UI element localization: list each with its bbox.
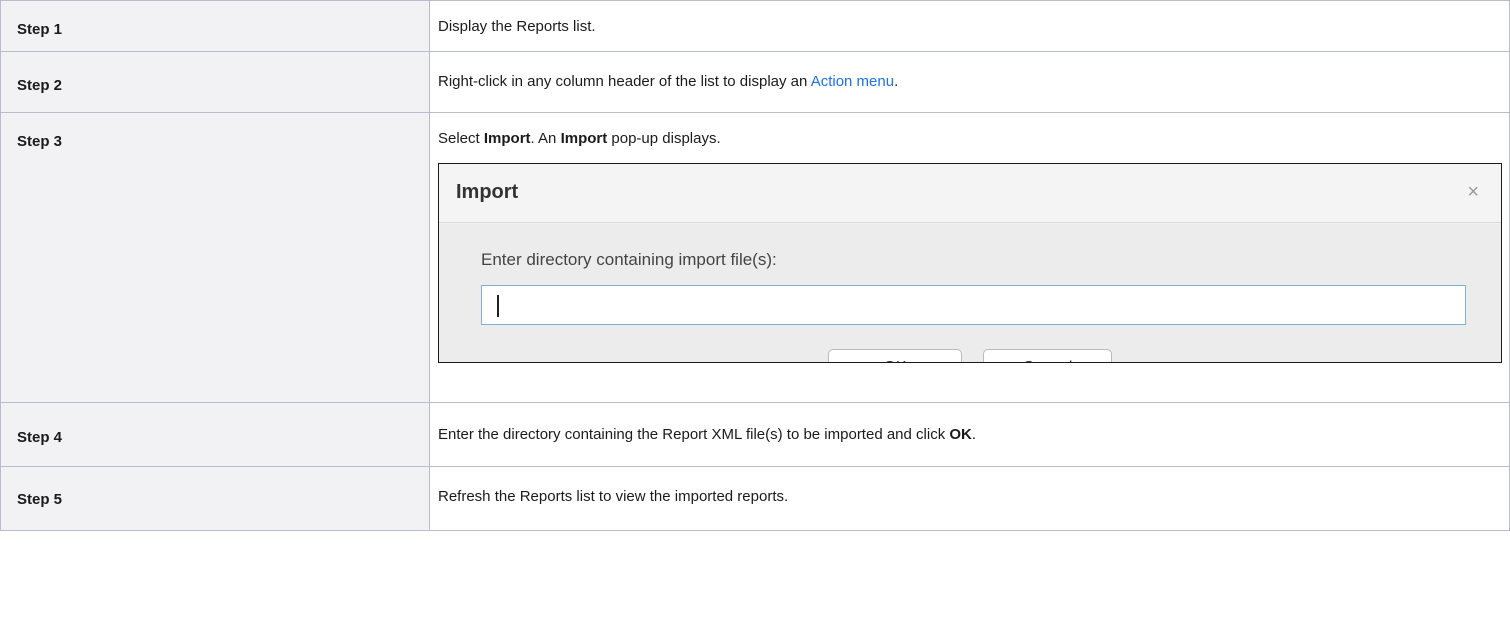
step-text: pop-up displays. (607, 130, 721, 147)
step-row-3: Step 3 Select Import. An Import pop-up d… (0, 112, 1510, 403)
step-description: Enter the directory containing the Repor… (438, 426, 1509, 443)
step-row-1: Step 1 Display the Reports list. (0, 0, 1510, 52)
step-description-cell: Select Import. An Import pop-up displays… (429, 112, 1510, 403)
step-text: . (894, 73, 899, 90)
dialog-header: Import × (439, 164, 1501, 223)
step-row-4: Step 4 Enter the directory containing th… (0, 402, 1510, 467)
step-label: Step 3 (17, 133, 63, 150)
step-text: Select (438, 130, 484, 147)
ok-button[interactable]: OK (828, 349, 962, 362)
import-dialog: Import × Enter directory containing impo… (438, 163, 1502, 363)
step-description-cell: Enter the directory containing the Repor… (429, 402, 1510, 467)
step-description: Right-click in any column header of the … (438, 73, 1509, 90)
step-row-2: Step 2 Right-click in any column header … (0, 51, 1510, 113)
dialog-title: Import (456, 181, 519, 203)
step-label-cell: Step 5 (0, 466, 430, 531)
dialog-body: Enter directory containing import file(s… (439, 224, 1501, 362)
step-description-cell: Display the Reports list. (429, 0, 1510, 52)
step-label-cell: Step 4 (0, 402, 430, 467)
step-row-5: Step 5 Refresh the Reports list to view … (0, 466, 1510, 531)
cancel-button[interactable]: Cancel (983, 349, 1112, 362)
step-label: Step 2 (17, 77, 63, 94)
step-label-cell: Step 1 (0, 0, 430, 52)
step-description: Display the Reports list. (438, 18, 596, 35)
text-caret (497, 295, 499, 317)
steps-table: Step 1 Display the Reports list. Step 2 … (0, 0, 1510, 531)
step-description-cell: Refresh the Reports list to view the imp… (429, 466, 1510, 531)
step-label: Step 1 (17, 21, 63, 38)
step-text: . An (530, 130, 561, 147)
step-bold-text: Import (483, 130, 531, 147)
dialog-prompt: Enter directory containing import file(s… (481, 250, 777, 269)
step-description-cell: Right-click in any column header of the … (429, 51, 1510, 113)
step-label: Step 4 (17, 429, 63, 446)
action-menu-link[interactable]: Action menu (811, 73, 894, 90)
step-bold-text: Import (560, 130, 608, 147)
step-text: . (971, 426, 977, 443)
step-label-cell: Step 2 (0, 51, 430, 113)
step-description: Refresh the Reports list to view the imp… (438, 488, 789, 505)
step-text: Right-click in any column header of the … (438, 73, 811, 90)
directory-input[interactable] (481, 285, 1466, 325)
step-text: Enter the directory containing the Repor… (438, 426, 950, 443)
step-label: Step 5 (17, 491, 63, 508)
step-description: Select Import. An Import pop-up displays… (438, 130, 1509, 147)
step-bold-text: OK (949, 426, 972, 443)
step-label-cell: Step 3 (0, 112, 430, 403)
close-icon[interactable]: × (1467, 181, 1479, 204)
